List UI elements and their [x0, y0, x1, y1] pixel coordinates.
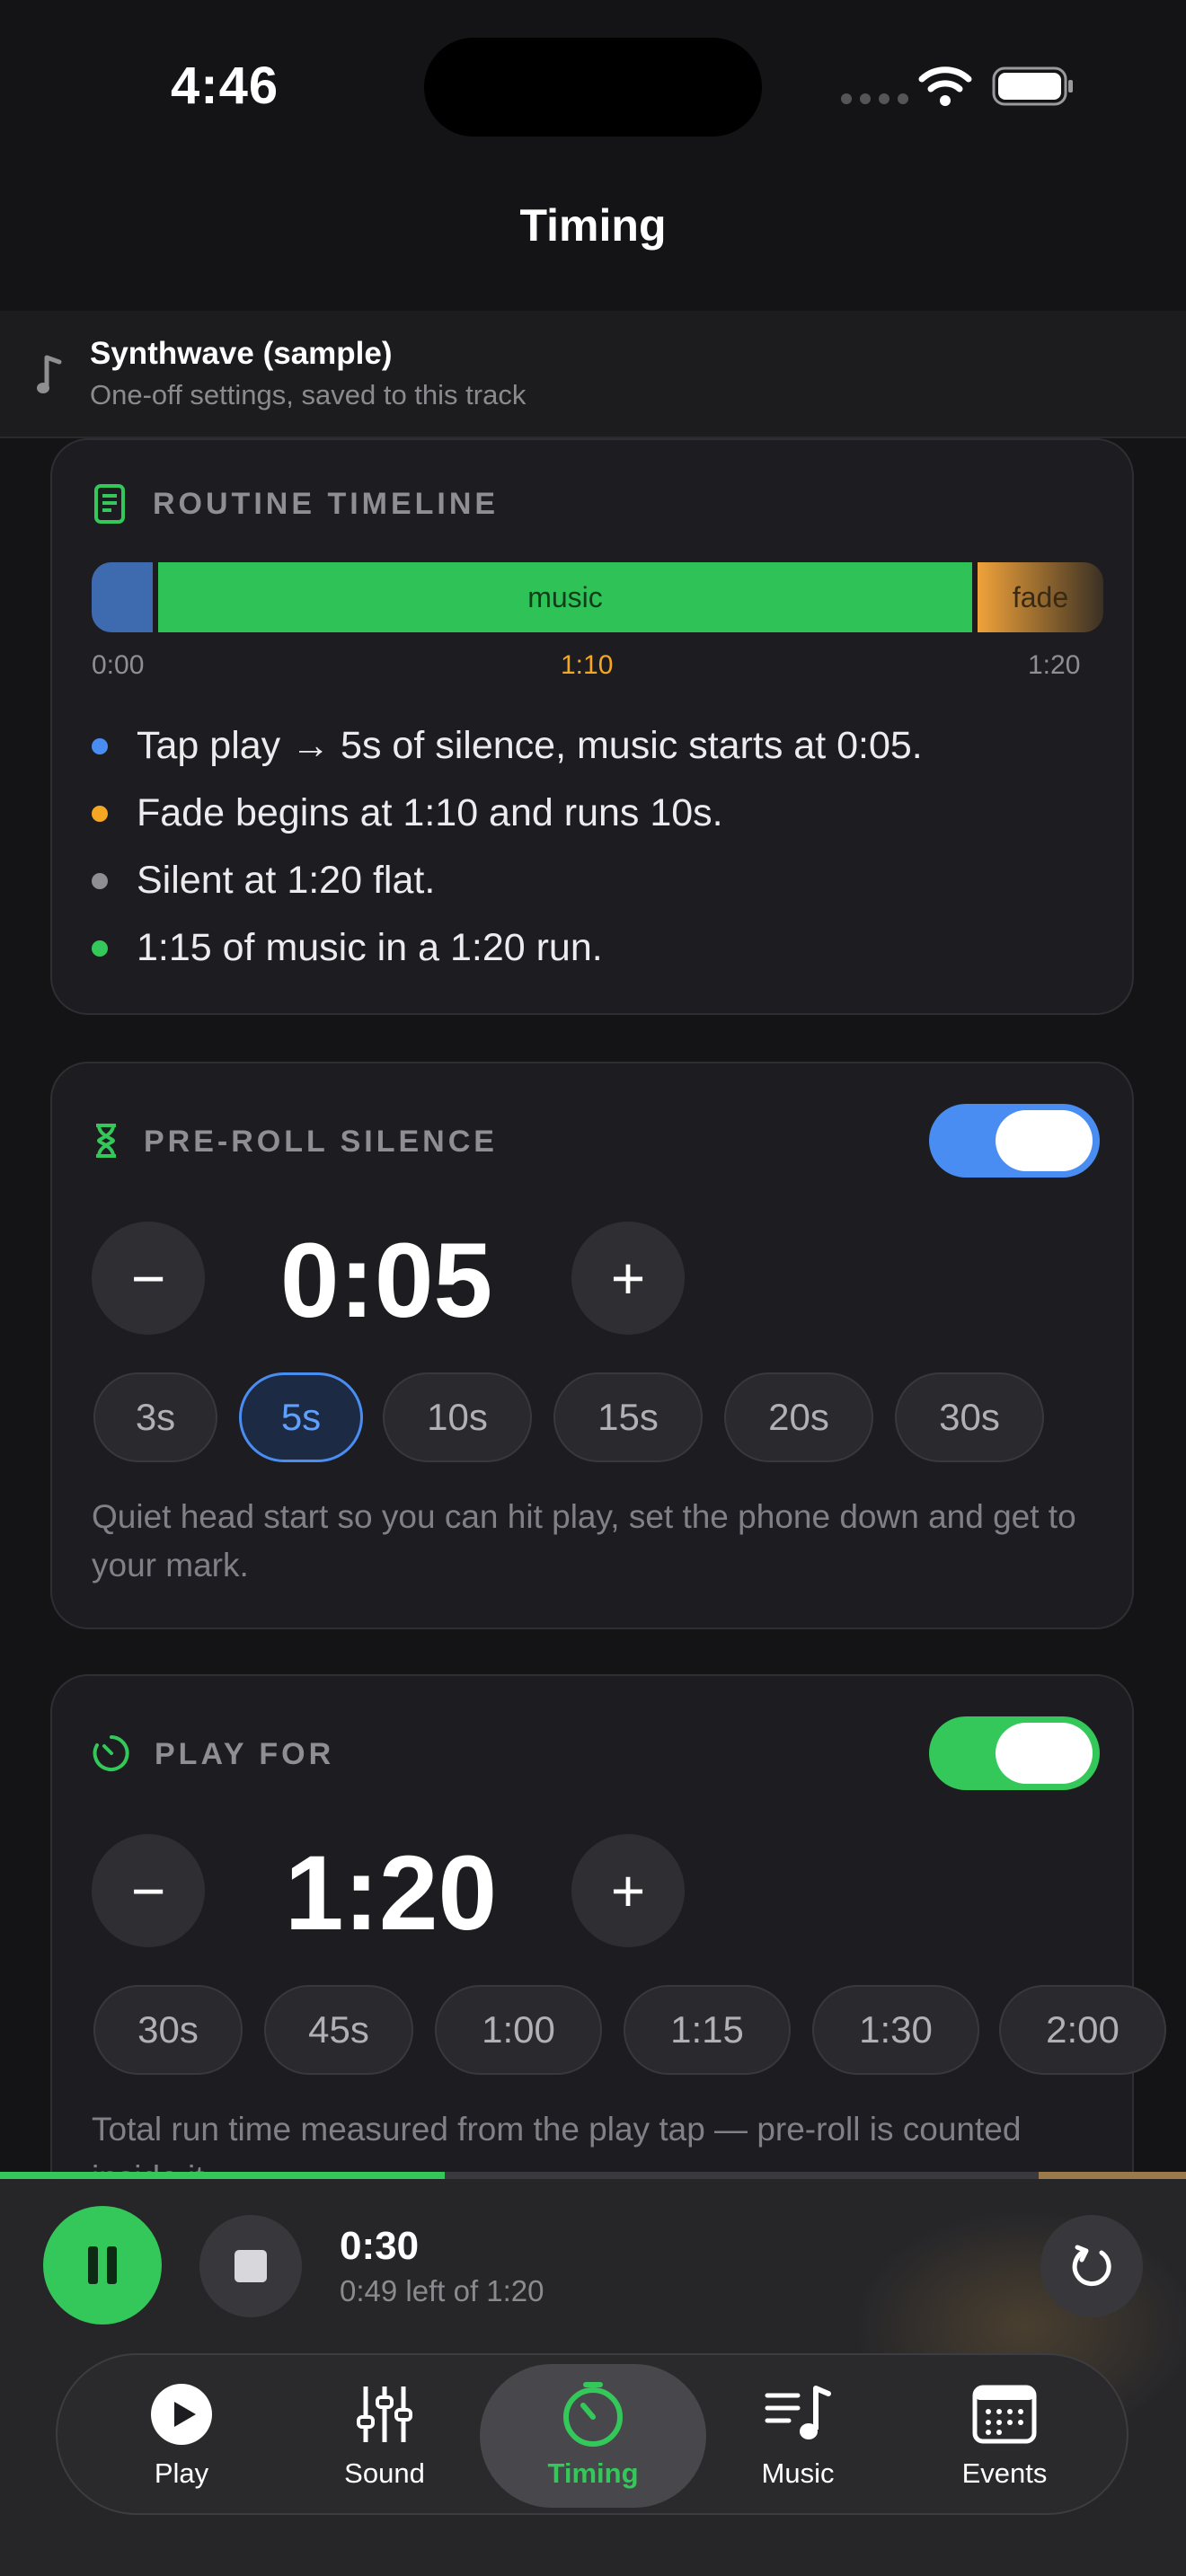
- cellular-signal-icon: [841, 93, 908, 104]
- play-for-chip[interactable]: 1:15: [624, 1985, 791, 2075]
- fade-segment-label: fade: [1012, 580, 1069, 613]
- timeline-bullet: Fade begins at 1:10 and runs 10s.: [92, 791, 723, 835]
- page-title: Timing: [519, 200, 667, 251]
- preroll-chip[interactable]: 20s: [724, 1372, 873, 1462]
- preroll-chip[interactable]: 30s: [895, 1372, 1044, 1462]
- timeline-end-label: 1:20: [1028, 650, 1081, 680]
- sliders-icon: [357, 2386, 412, 2442]
- restart-icon: [1072, 2245, 1111, 2287]
- track-subtitle: One-off settings, saved to this track: [90, 379, 527, 410]
- play-for-chip[interactable]: 2:00: [999, 1985, 1166, 2075]
- play-for-chip[interactable]: 1:00: [435, 1985, 602, 2075]
- tab-label: Play: [154, 2457, 209, 2489]
- tab-sound[interactable]: Sound: [286, 2362, 483, 2506]
- tab-music[interactable]: Music: [699, 2362, 897, 2506]
- track-banner[interactable]: [0, 311, 1186, 438]
- play-for-value: 1:20: [284, 1834, 498, 1953]
- battery-icon: [992, 66, 1075, 106]
- music-segment-label: music: [527, 580, 603, 613]
- preroll-decrease-button[interactable]: −: [92, 1222, 205, 1335]
- tab-timing[interactable]: Timing: [494, 2362, 692, 2506]
- music-list-icon: [765, 2386, 831, 2439]
- elapsed-time: 0:30: [340, 2224, 420, 2268]
- playback-progress-fill: [0, 2172, 445, 2179]
- hourglass-icon: [93, 1123, 119, 1163]
- play-for-chip[interactable]: 1:30: [812, 1985, 979, 2075]
- play-for-chip[interactable]: 45s: [264, 1985, 413, 2075]
- preroll-value: 0:05: [279, 1222, 493, 1340]
- dynamic-island: [424, 38, 762, 137]
- fade-segment: fade: [978, 562, 1103, 632]
- timeline-bar: music fade: [92, 562, 1103, 632]
- play-for-chip[interactable]: 30s: [93, 1985, 243, 2075]
- music-note-icon: [36, 354, 63, 401]
- pause-icon: [88, 2246, 117, 2284]
- status-time: 4:46: [171, 57, 279, 115]
- timer-icon: [563, 2382, 623, 2447]
- timeline-bullet: Tap play → 5s of silence, music starts a…: [92, 724, 923, 768]
- timeline-start-label: 0:00: [92, 650, 145, 680]
- timeline-fade-label: 1:10: [561, 650, 614, 680]
- tab-label: Events: [961, 2457, 1048, 2489]
- preroll-chip[interactable]: 3s: [93, 1372, 217, 1462]
- tab-label: Music: [761, 2457, 835, 2489]
- tab-events[interactable]: Events: [906, 2362, 1103, 2506]
- track-name: Synthwave (sample): [90, 336, 393, 371]
- restart-button[interactable]: [1040, 2215, 1143, 2317]
- remaining-time: 0:49 left of 1:20: [340, 2274, 544, 2307]
- timer-icon: [92, 1734, 131, 1778]
- preroll-increase-button[interactable]: +: [571, 1222, 685, 1335]
- calendar-icon: [972, 2385, 1037, 2444]
- play-circle-icon: [151, 2384, 212, 2445]
- preroll-help-text: Quiet head start so you can hit play, se…: [92, 1498, 1076, 1584]
- timeline-title: ROUTINE TIMELINE: [153, 487, 500, 521]
- fade-zone-indicator: [1039, 2172, 1186, 2179]
- preroll-chip[interactable]: 10s: [383, 1372, 532, 1462]
- preroll-segment: [92, 562, 153, 632]
- stop-icon: [235, 2250, 267, 2282]
- play-for-increase-button[interactable]: +: [571, 1834, 685, 1947]
- preroll-title: PRE-ROLL SILENCE: [144, 1125, 498, 1159]
- preroll-chip-selected[interactable]: 5s: [239, 1372, 363, 1462]
- wifi-icon: [918, 63, 972, 110]
- timeline-bullet: 1:15 of music in a 1:20 run.: [92, 926, 603, 970]
- pause-button[interactable]: [43, 2206, 162, 2325]
- tab-play[interactable]: Play: [83, 2362, 280, 2506]
- tab-label: Sound: [344, 2457, 425, 2489]
- preroll-chip[interactable]: 15s: [553, 1372, 703, 1462]
- play-for-toggle[interactable]: [929, 1716, 1100, 1790]
- stop-button[interactable]: [199, 2215, 302, 2317]
- music-segment: music: [158, 562, 972, 632]
- document-icon: [93, 483, 126, 529]
- preroll-toggle[interactable]: [929, 1104, 1100, 1178]
- tab-label: Timing: [547, 2457, 639, 2489]
- timeline-bullet: Silent at 1:20 flat.: [92, 859, 435, 903]
- play-for-title: PLAY FOR: [155, 1737, 335, 1771]
- play-for-decrease-button[interactable]: −: [92, 1834, 205, 1947]
